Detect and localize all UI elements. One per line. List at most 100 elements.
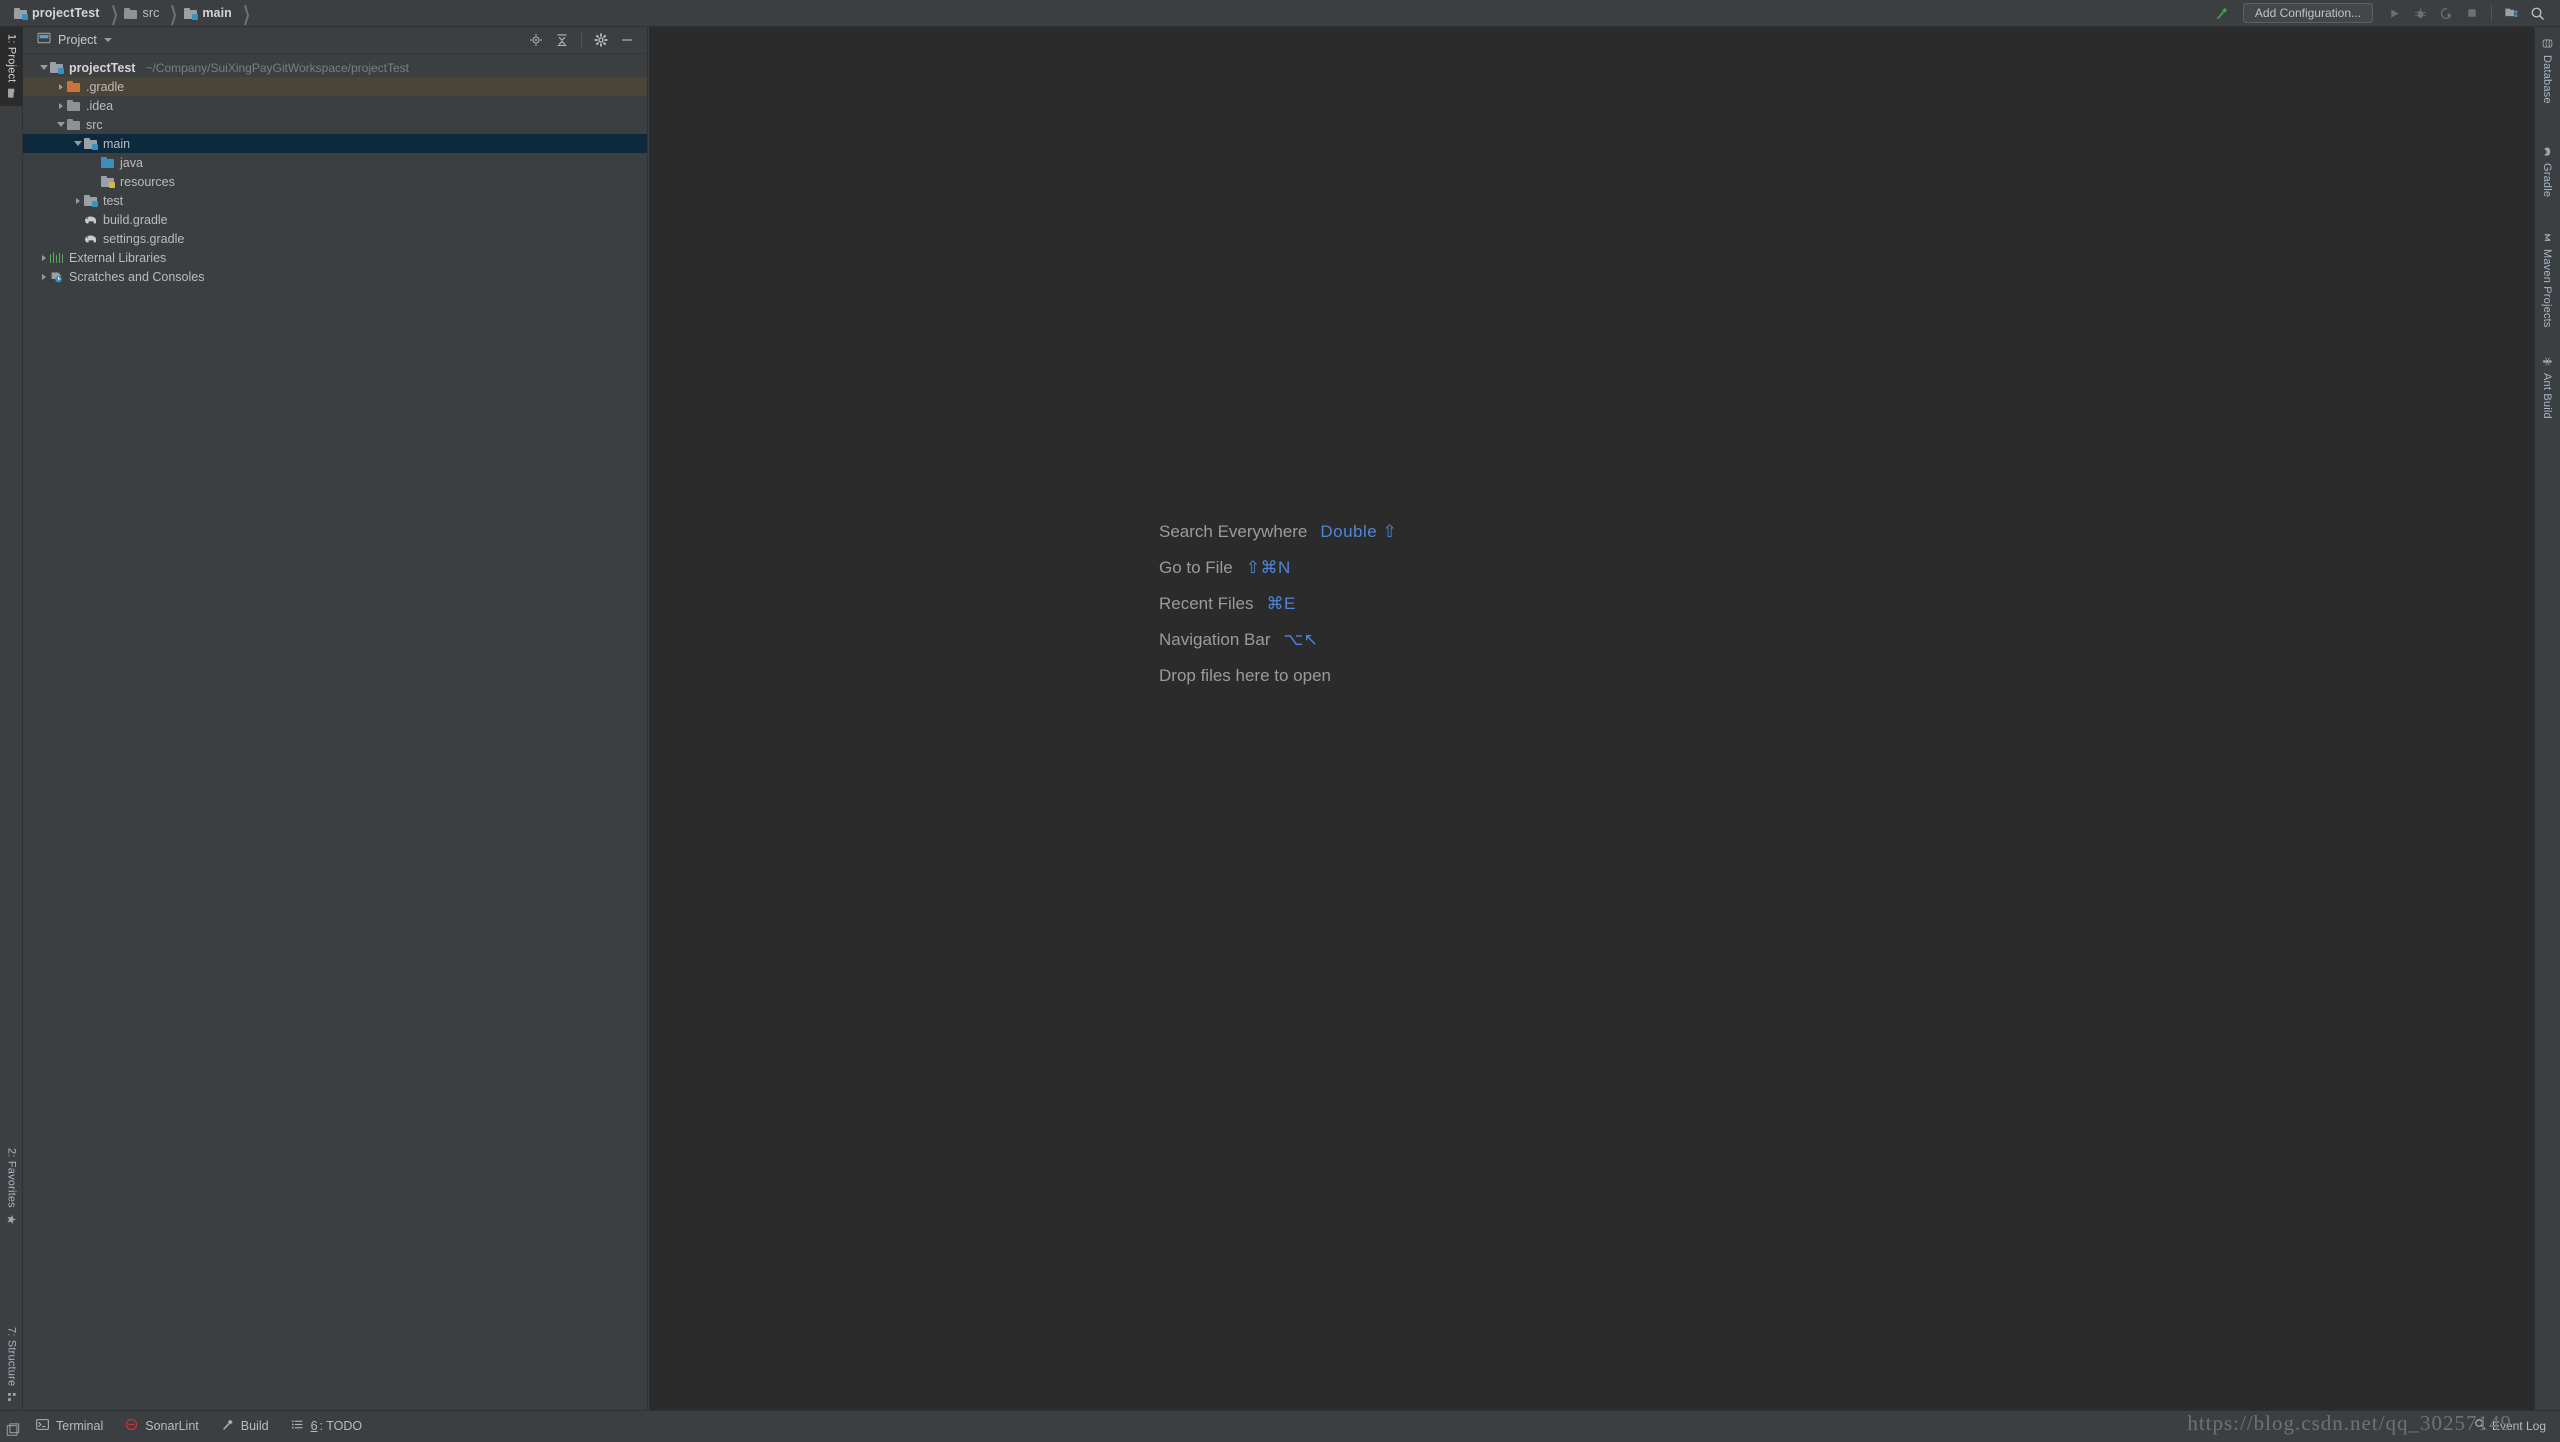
structure-icon	[6, 1392, 18, 1403]
tree-item-label: Scratches and Consoles	[69, 270, 205, 284]
hint-shortcut: ⌥↖	[1284, 630, 1319, 650]
hint-row-recent-files: Recent Files⌘E	[1159, 586, 1397, 622]
module-folder-icon	[14, 8, 27, 19]
editor-shortcut-hints: Search EverywhereDouble ⇧Go to File⇧⌘NRe…	[1159, 514, 1397, 694]
hide-icon[interactable]	[615, 29, 639, 51]
status-item-build[interactable]: Build	[221, 1411, 269, 1441]
show-tool-windows-icon[interactable]	[6, 1423, 20, 1437]
select-opened-file-icon[interactable]	[524, 29, 548, 51]
gradle-file-icon	[84, 214, 97, 225]
chevron-down-icon[interactable]	[37, 65, 50, 70]
project-structure-icon[interactable]	[2498, 2, 2524, 24]
tree-item-projecttest[interactable]: projectTest~/Company/SuiXingPayGitWorksp…	[23, 58, 647, 77]
hammer-icon[interactable]	[2209, 2, 2235, 24]
breadcrumb-label: projectTest	[32, 6, 100, 20]
add-configuration-button[interactable]: Add Configuration...	[2243, 3, 2373, 23]
tree-item-scratches-and-consoles[interactable]: Scratches and Consoles	[23, 267, 647, 286]
breadcrumb-separator-icon: ❯	[170, 3, 178, 23]
tree-item-java[interactable]: java	[23, 153, 647, 172]
breadcrumb-label: main	[202, 6, 232, 20]
run-with-coverage-icon[interactable]	[2433, 2, 2459, 24]
right-tool-window-strip: Database Gradle Maven Projects	[2534, 27, 2560, 1410]
star-icon	[6, 1214, 18, 1225]
tree-item-label: External Libraries	[69, 251, 166, 265]
tree-item-resources[interactable]: resources	[23, 172, 647, 191]
chevron-right-icon[interactable]	[37, 274, 50, 280]
main-toolbar: Add Configuration...	[2209, 2, 2560, 24]
top-navigation-bar: projectTest❯src❯main❯ Add Configuration.…	[0, 0, 2560, 27]
tree-item-settings-gradle[interactable]: settings.gradle	[23, 229, 647, 248]
gear-icon[interactable]	[589, 29, 613, 51]
sidebar-tab-gradle[interactable]: Gradle	[2534, 139, 2560, 204]
chevron-down-icon[interactable]	[54, 122, 67, 127]
hint-shortcut: ⇧⌘N	[1246, 558, 1291, 578]
editor-empty-area[interactable]: Search EverywhereDouble ⇧Go to File⇧⌘NRe…	[649, 27, 2534, 1410]
gradle-tab-label: Gradle	[2541, 163, 2553, 197]
left-tool-window-strip: 1: Project 2: Favorites 7: Structure	[0, 27, 23, 1410]
project-tab-label: 1: Project	[6, 34, 18, 82]
hint-label: Search Everywhere	[1159, 522, 1307, 542]
stop-icon[interactable]	[2459, 2, 2485, 24]
breadcrumb-item-projecttest[interactable]: projectTest	[14, 0, 100, 27]
tree-item-gradle[interactable]: .gradle	[23, 77, 647, 96]
project-tree[interactable]: projectTest~/Company/SuiXingPayGitWorksp…	[23, 54, 647, 286]
status-item-todo[interactable]: 6 : TODO	[291, 1411, 363, 1441]
chevron-right-icon[interactable]	[71, 198, 84, 204]
tree-item-idea[interactable]: .idea	[23, 96, 647, 115]
breadcrumb-item-main[interactable]: main	[184, 0, 232, 27]
debug-icon[interactable]	[2407, 2, 2433, 24]
tree-item-label: resources	[120, 175, 175, 189]
gradle-elephant-icon	[2541, 146, 2553, 157]
tree-item-test[interactable]: test	[23, 191, 647, 210]
sidebar-tab-favorites[interactable]: 2: Favorites	[0, 1141, 23, 1232]
run-icon[interactable]	[2381, 2, 2407, 24]
tree-item-label: test	[103, 194, 123, 208]
sidebar-tab-ant-build[interactable]: Ant Build	[2534, 349, 2560, 426]
structure-tab-label: 7: Structure	[6, 1327, 18, 1386]
resources-folder-icon	[101, 176, 114, 187]
tree-item-external-libraries[interactable]: External Libraries	[23, 248, 647, 267]
sidebar-tab-maven[interactable]: Maven Projects	[2534, 225, 2560, 335]
collapse-all-icon[interactable]	[550, 29, 574, 51]
tree-item-label: .idea	[86, 99, 113, 113]
tree-item-label: .gradle	[86, 80, 124, 94]
tree-item-build-gradle[interactable]: build.gradle	[23, 210, 647, 229]
libraries-icon	[50, 252, 63, 263]
breadcrumb-label: src	[142, 6, 159, 20]
status-item-terminal[interactable]: Terminal	[36, 1411, 103, 1441]
hint-label: Recent Files	[1159, 594, 1253, 614]
hint-label: Go to File	[1159, 558, 1233, 578]
module-folder-icon	[50, 62, 63, 73]
sidebar-tab-project[interactable]: 1: Project	[0, 27, 23, 106]
chevron-right-icon[interactable]	[54, 103, 67, 109]
event-log-button[interactable]: Event Log	[2474, 1418, 2546, 1433]
breadcrumb: projectTest❯src❯main❯	[0, 0, 257, 27]
project-panel-toolbar	[524, 29, 639, 51]
database-tab-label: Database	[2541, 55, 2553, 104]
status-bar: Terminal SonarLint Build	[0, 1410, 2560, 1440]
sonarlint-icon	[125, 1418, 138, 1434]
chevron-down-icon[interactable]	[104, 38, 112, 42]
project-panel-title: Project	[58, 33, 97, 47]
tree-item-label: java	[120, 156, 143, 170]
hint-row-drop-files-here-to-open: Drop files here to open	[1159, 658, 1397, 694]
status-item-sonarlint[interactable]: SonarLint	[125, 1411, 199, 1441]
ant-build-tab-label: Ant Build	[2541, 373, 2553, 419]
sidebar-tab-database[interactable]: Database	[2534, 31, 2560, 111]
search-icon[interactable]	[2524, 2, 2550, 24]
chevron-down-icon[interactable]	[71, 141, 84, 146]
todo-label: : TODO	[320, 1419, 363, 1433]
breadcrumb-item-src[interactable]: src	[124, 0, 159, 27]
tree-item-src[interactable]: src	[23, 115, 647, 134]
chevron-right-icon[interactable]	[37, 255, 50, 261]
chevron-right-icon[interactable]	[54, 84, 67, 90]
tree-item-label: main	[103, 137, 130, 151]
sidebar-tab-structure[interactable]: 7: Structure	[0, 1320, 23, 1410]
module-folder-icon	[84, 138, 97, 149]
hint-label: Drop files here to open	[1159, 666, 1331, 686]
tree-item-main[interactable]: main	[23, 134, 647, 153]
folder-orange-icon	[67, 81, 80, 92]
maven-icon	[2541, 232, 2553, 243]
module-folder-icon	[184, 8, 197, 19]
status-bar-right: Event Log	[2474, 1418, 2560, 1433]
